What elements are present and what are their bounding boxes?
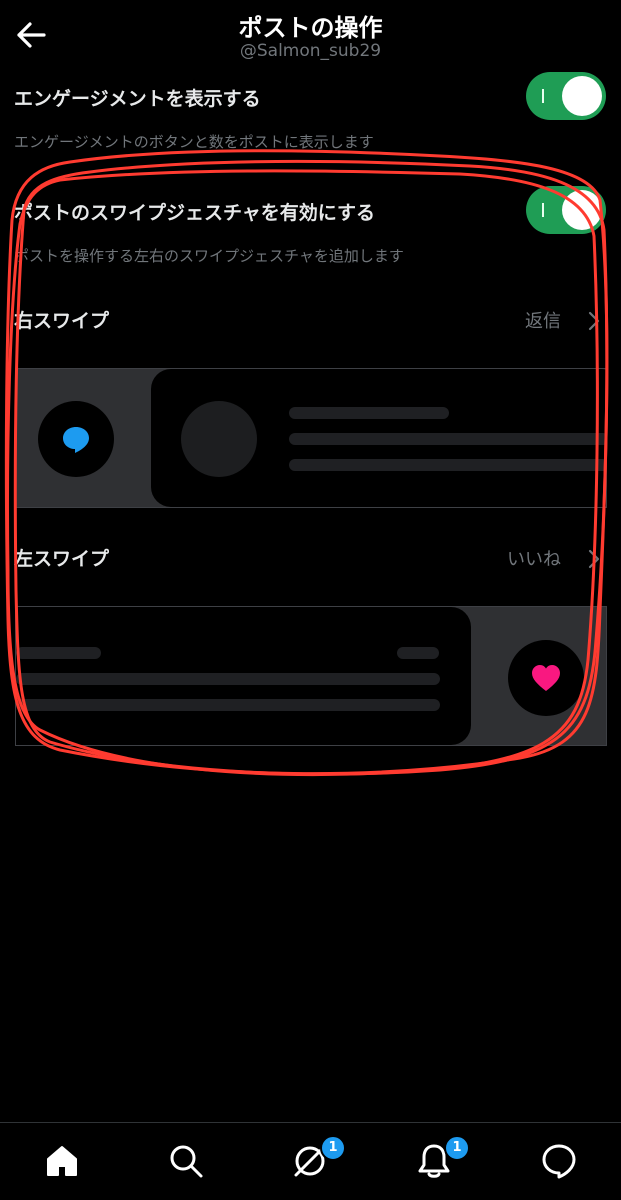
chevron-right-icon: [588, 311, 600, 331]
toggle-on-mark: [542, 89, 544, 103]
toggle-on-mark: [542, 203, 544, 217]
text-line-placeholder: [16, 699, 440, 711]
reply-bubble-icon: [63, 427, 89, 453]
reply-action-circle: [38, 401, 114, 477]
toggle-knob: [562, 76, 602, 116]
home-icon[interactable]: [42, 1141, 82, 1181]
post-card-placeholder: [16, 607, 471, 745]
text-line-placeholder: [289, 459, 606, 471]
top-bar: ポストの操作 @Salmon_sub29: [0, 0, 621, 72]
swipe-gesture-toggle[interactable]: [526, 186, 606, 234]
left-swipe-row[interactable]: 左スワイプ いいね: [0, 534, 621, 584]
text-line-placeholder: [16, 673, 440, 685]
bottom-tab-bar: 1 1: [0, 1122, 621, 1200]
text-line-placeholder: [16, 647, 101, 659]
engagement-toggle[interactable]: [526, 72, 606, 120]
avatar-placeholder: [181, 401, 257, 477]
account-handle: @Salmon_sub29: [239, 41, 382, 61]
message-icon[interactable]: [539, 1141, 579, 1181]
left-swipe-label: 左スワイプ: [14, 548, 110, 570]
like-action-circle: [508, 640, 584, 716]
text-line-placeholder: [397, 647, 439, 659]
engagement-setting-label: エンゲージメントを表示する: [14, 88, 261, 110]
right-swipe-label: 右スワイプ: [14, 310, 110, 332]
right-swipe-row[interactable]: 右スワイプ 返信: [0, 296, 621, 346]
page-title: ポストの操作: [238, 14, 383, 42]
chevron-right-icon: [588, 549, 600, 569]
post-card-placeholder: [151, 369, 606, 507]
swipe-gesture-setting-label: ポストのスワイプジェスチャを有効にする: [14, 202, 376, 224]
search-icon[interactable]: [166, 1141, 206, 1181]
text-line-placeholder: [289, 407, 449, 419]
left-swipe-value: いいね: [507, 549, 561, 570]
heart-icon: [532, 665, 560, 691]
left-swipe-preview: [15, 606, 607, 746]
swipe-gesture-setting-description: ポストを操作する左右のスワイプジェスチャを追加します: [14, 247, 404, 265]
grok-badge: 1: [320, 1135, 346, 1161]
toggle-knob: [562, 190, 602, 230]
text-line-placeholder: [289, 433, 606, 445]
notifications-badge: 1: [444, 1135, 470, 1161]
right-swipe-preview: [15, 368, 607, 508]
right-swipe-value: 返信: [525, 311, 561, 332]
engagement-setting-description: エンゲージメントのボタンと数をポストに表示します: [14, 133, 374, 151]
